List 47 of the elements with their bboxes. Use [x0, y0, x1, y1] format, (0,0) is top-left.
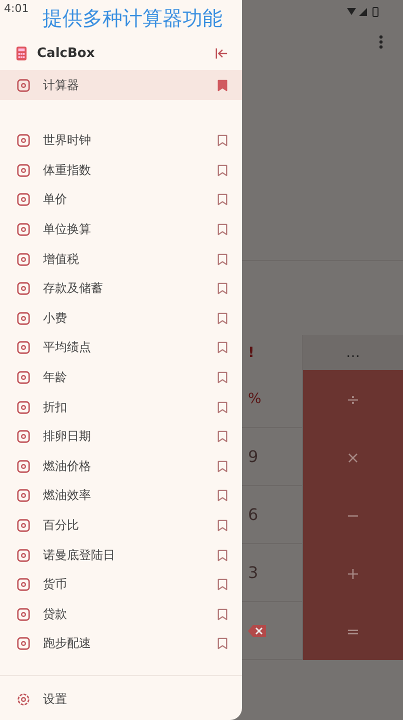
- app-name: CalcBox: [37, 46, 96, 60]
- drawer-item[interactable]: 计算器: [0, 70, 242, 100]
- bookmark-icon[interactable]: [217, 637, 228, 650]
- settings-item[interactable]: 设置: [0, 684, 242, 714]
- collapse-icon[interactable]: [215, 46, 228, 60]
- backspace-icon: [248, 624, 266, 636]
- more-menu-icon[interactable]: [379, 35, 383, 49]
- drawer-item[interactable]: 排卵日期: [0, 422, 242, 452]
- drawer-item[interactable]: 诺曼底登陆日: [0, 540, 242, 570]
- drawer-item[interactable]: 平均绩点: [0, 333, 242, 363]
- bookmark-icon[interactable]: [217, 371, 228, 384]
- bookmark-icon[interactable]: [217, 282, 228, 296]
- bookmark-icon[interactable]: [217, 193, 228, 206]
- bookmark-icon[interactable]: [217, 460, 228, 473]
- bookmark-icon[interactable]: [217, 578, 228, 592]
- drawer-item[interactable]: 跑步配速: [0, 629, 242, 659]
- drawer-item[interactable]: 单位换算: [0, 214, 242, 244]
- drawer-item[interactable]: 燃油价格: [0, 452, 242, 482]
- calculator-icon: [16, 46, 27, 60]
- bookmark-icon[interactable]: [217, 489, 228, 502]
- bookmark-icon[interactable]: [217, 223, 228, 236]
- bookmark-icon[interactable]: [217, 400, 228, 414]
- drawer-item[interactable]: 货币: [0, 570, 242, 600]
- bookmark-icon[interactable]: [217, 341, 228, 354]
- bookmark-icon[interactable]: [217, 312, 228, 325]
- drawer-item[interactable]: 贷款: [0, 600, 242, 630]
- bookmark-icon[interactable]: [217, 252, 228, 266]
- drawer-item[interactable]: 体重指数: [0, 156, 242, 186]
- drawer-item[interactable]: 世界时钟: [0, 126, 242, 156]
- drawer-item[interactable]: 小费: [0, 304, 242, 334]
- settings-icon: [16, 692, 31, 707]
- drawer-item[interactable]: 折扣: [0, 392, 242, 422]
- drawer-item[interactable]: 年龄: [0, 362, 242, 392]
- bookmark-icon[interactable]: [217, 164, 228, 177]
- drawer-item[interactable]: 燃油效率: [0, 481, 242, 511]
- caption: 提供多种计算器功能: [42, 4, 223, 32]
- bookmark-icon[interactable]: [217, 608, 228, 621]
- bookmark-icon[interactable]: [217, 548, 228, 562]
- drawer-item[interactable]: 存款及储蓄: [0, 274, 242, 304]
- drawer-item[interactable]: 增值税: [0, 244, 242, 274]
- bookmark-icon[interactable]: [217, 519, 228, 532]
- drawer-item[interactable]: 百分比: [0, 510, 242, 540]
- bookmark-icon[interactable]: [217, 78, 228, 92]
- bookmark-icon[interactable]: [217, 134, 228, 148]
- drawer-item[interactable]: 单价: [0, 185, 242, 215]
- status-time: 4:01: [4, 2, 29, 15]
- bookmark-icon[interactable]: [217, 430, 228, 444]
